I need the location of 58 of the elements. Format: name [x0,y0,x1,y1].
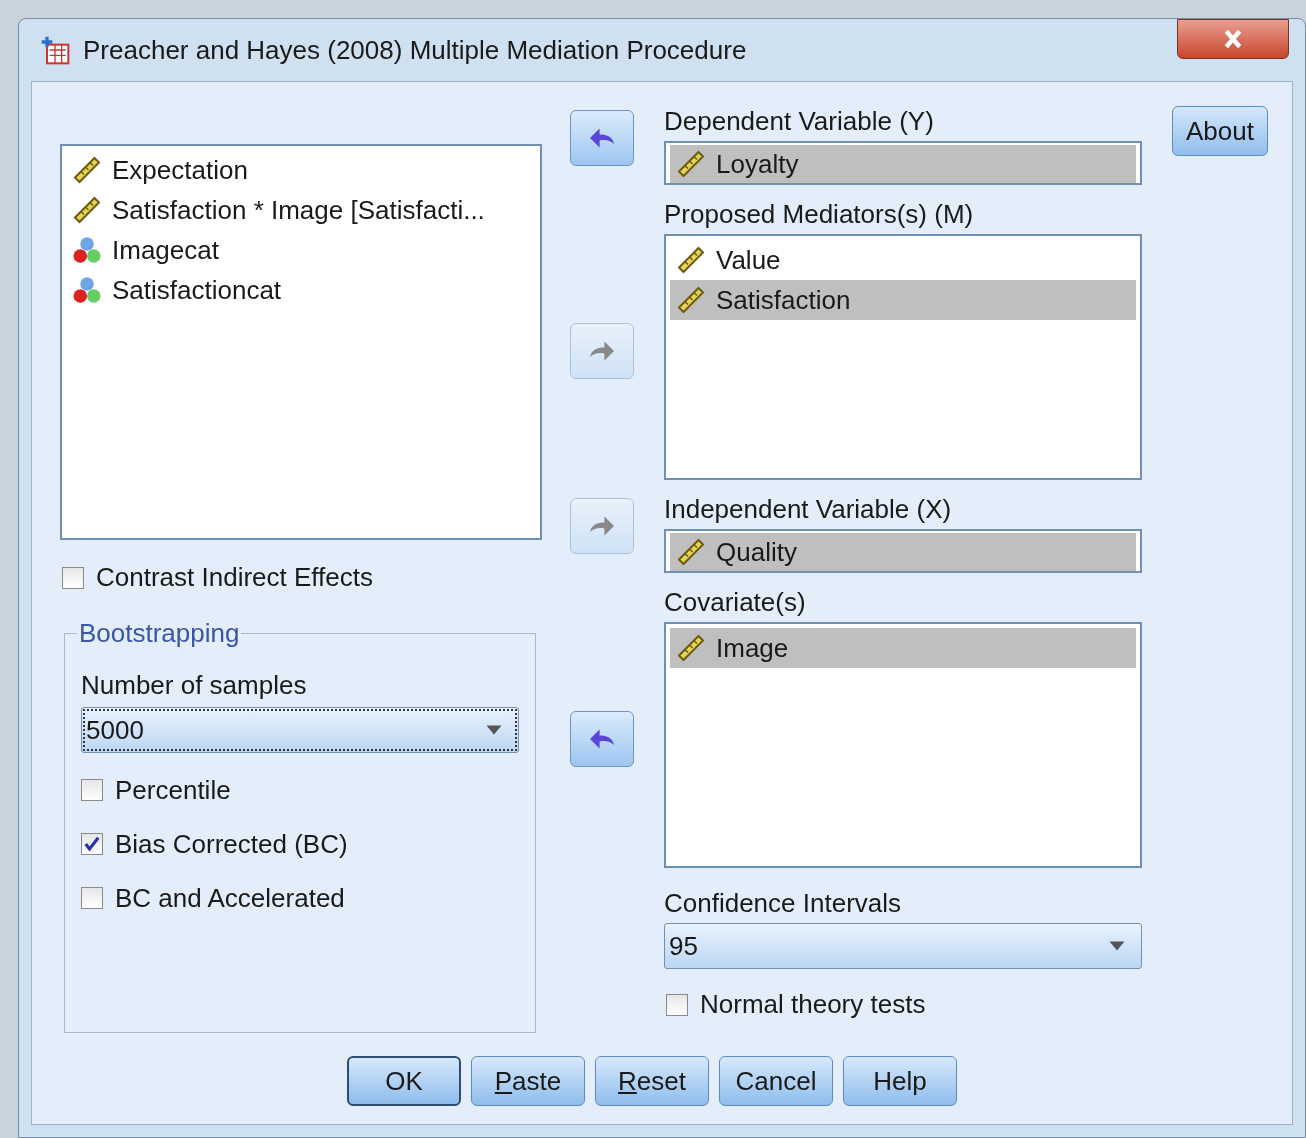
curved-arrow-icon [587,126,617,150]
variable-list[interactable]: Value Satisfaction [664,234,1142,480]
checkbox-label: Bias Corrected (BC) [115,828,348,860]
checkbox-label: Contrast Indirect Effects [96,562,373,593]
field-label: Covariate(s) [664,587,807,618]
ruler-icon [676,537,706,567]
checkbox-label: Normal theory tests [700,989,926,1020]
variable-item[interactable]: Satisfaction [670,280,1136,320]
field-label: Proposed Mediators(s) (M) [664,199,975,230]
dialog-button[interactable]: Help [843,1056,957,1106]
dialog-button[interactable]: Paste [471,1056,585,1106]
variable-item[interactable]: Loyalty [670,145,1136,183]
three-circles-icon [72,275,102,305]
three-circles-icon [72,235,102,265]
checkbox[interactable] [81,833,103,855]
caret-icon [1107,940,1127,952]
curved-arrow-icon [587,726,617,751]
samples-dropdown[interactable]: 5000 [81,707,519,753]
curved-arrow-icon [587,338,617,363]
variable-item[interactable]: Value [670,240,1136,280]
app-icon [39,34,71,66]
variable-item[interactable]: Satisfactioncat [66,270,536,310]
variable-item[interactable]: Image [670,628,1136,668]
confidence-dropdown[interactable]: 95 [664,923,1142,969]
variable-item[interactable]: Expectation [66,150,536,190]
checkbox-label: BC and Accelerated [115,882,345,914]
variable-list[interactable]: Loyalty [664,141,1142,185]
about-button[interactable]: About [1172,106,1268,156]
variable-item[interactable]: Quality [670,533,1136,571]
move-left-button[interactable] [570,110,634,166]
window-title: Preacher and Hayes (2008) Multiple Mediation Procedure [83,34,748,66]
checkbox-label: Percentile [115,774,231,806]
variable-list[interactable]: Quality [664,529,1142,573]
dialog-button[interactable]: OK [347,1056,461,1106]
move-left-button[interactable] [570,710,634,767]
variable-list[interactable]: Image [664,622,1142,868]
ruler-icon [676,245,706,275]
curved-arrow-icon [587,514,617,538]
field-label: Number of samples [81,670,308,701]
field-label: Independent Variable (X) [664,494,953,525]
ruler-icon [676,285,706,315]
caret-icon [484,724,504,736]
ruler-icon [72,155,102,185]
close-button[interactable] [1177,19,1289,59]
ruler-icon [676,633,706,663]
variable-item[interactable]: Satisfaction * Image [Satisfacti... [66,190,536,230]
checkbox[interactable] [81,887,103,909]
variable-list[interactable]: Expectation Satisfaction * Image [Satisfacti... Imagecat Satisfactioncat [60,144,542,540]
dialog-button[interactable]: Cancel [719,1056,833,1106]
checkbox[interactable] [666,993,688,1016]
checkbox[interactable] [62,566,84,589]
ruler-icon [72,195,102,225]
ruler-icon [676,149,706,179]
checkbox[interactable] [81,779,103,801]
field-label: Confidence Intervals [664,888,903,919]
variable-item[interactable]: Imagecat [66,230,536,270]
field-label: Dependent Variable (Y) [664,106,935,137]
dialog-button[interactable]: Reset [595,1056,709,1106]
